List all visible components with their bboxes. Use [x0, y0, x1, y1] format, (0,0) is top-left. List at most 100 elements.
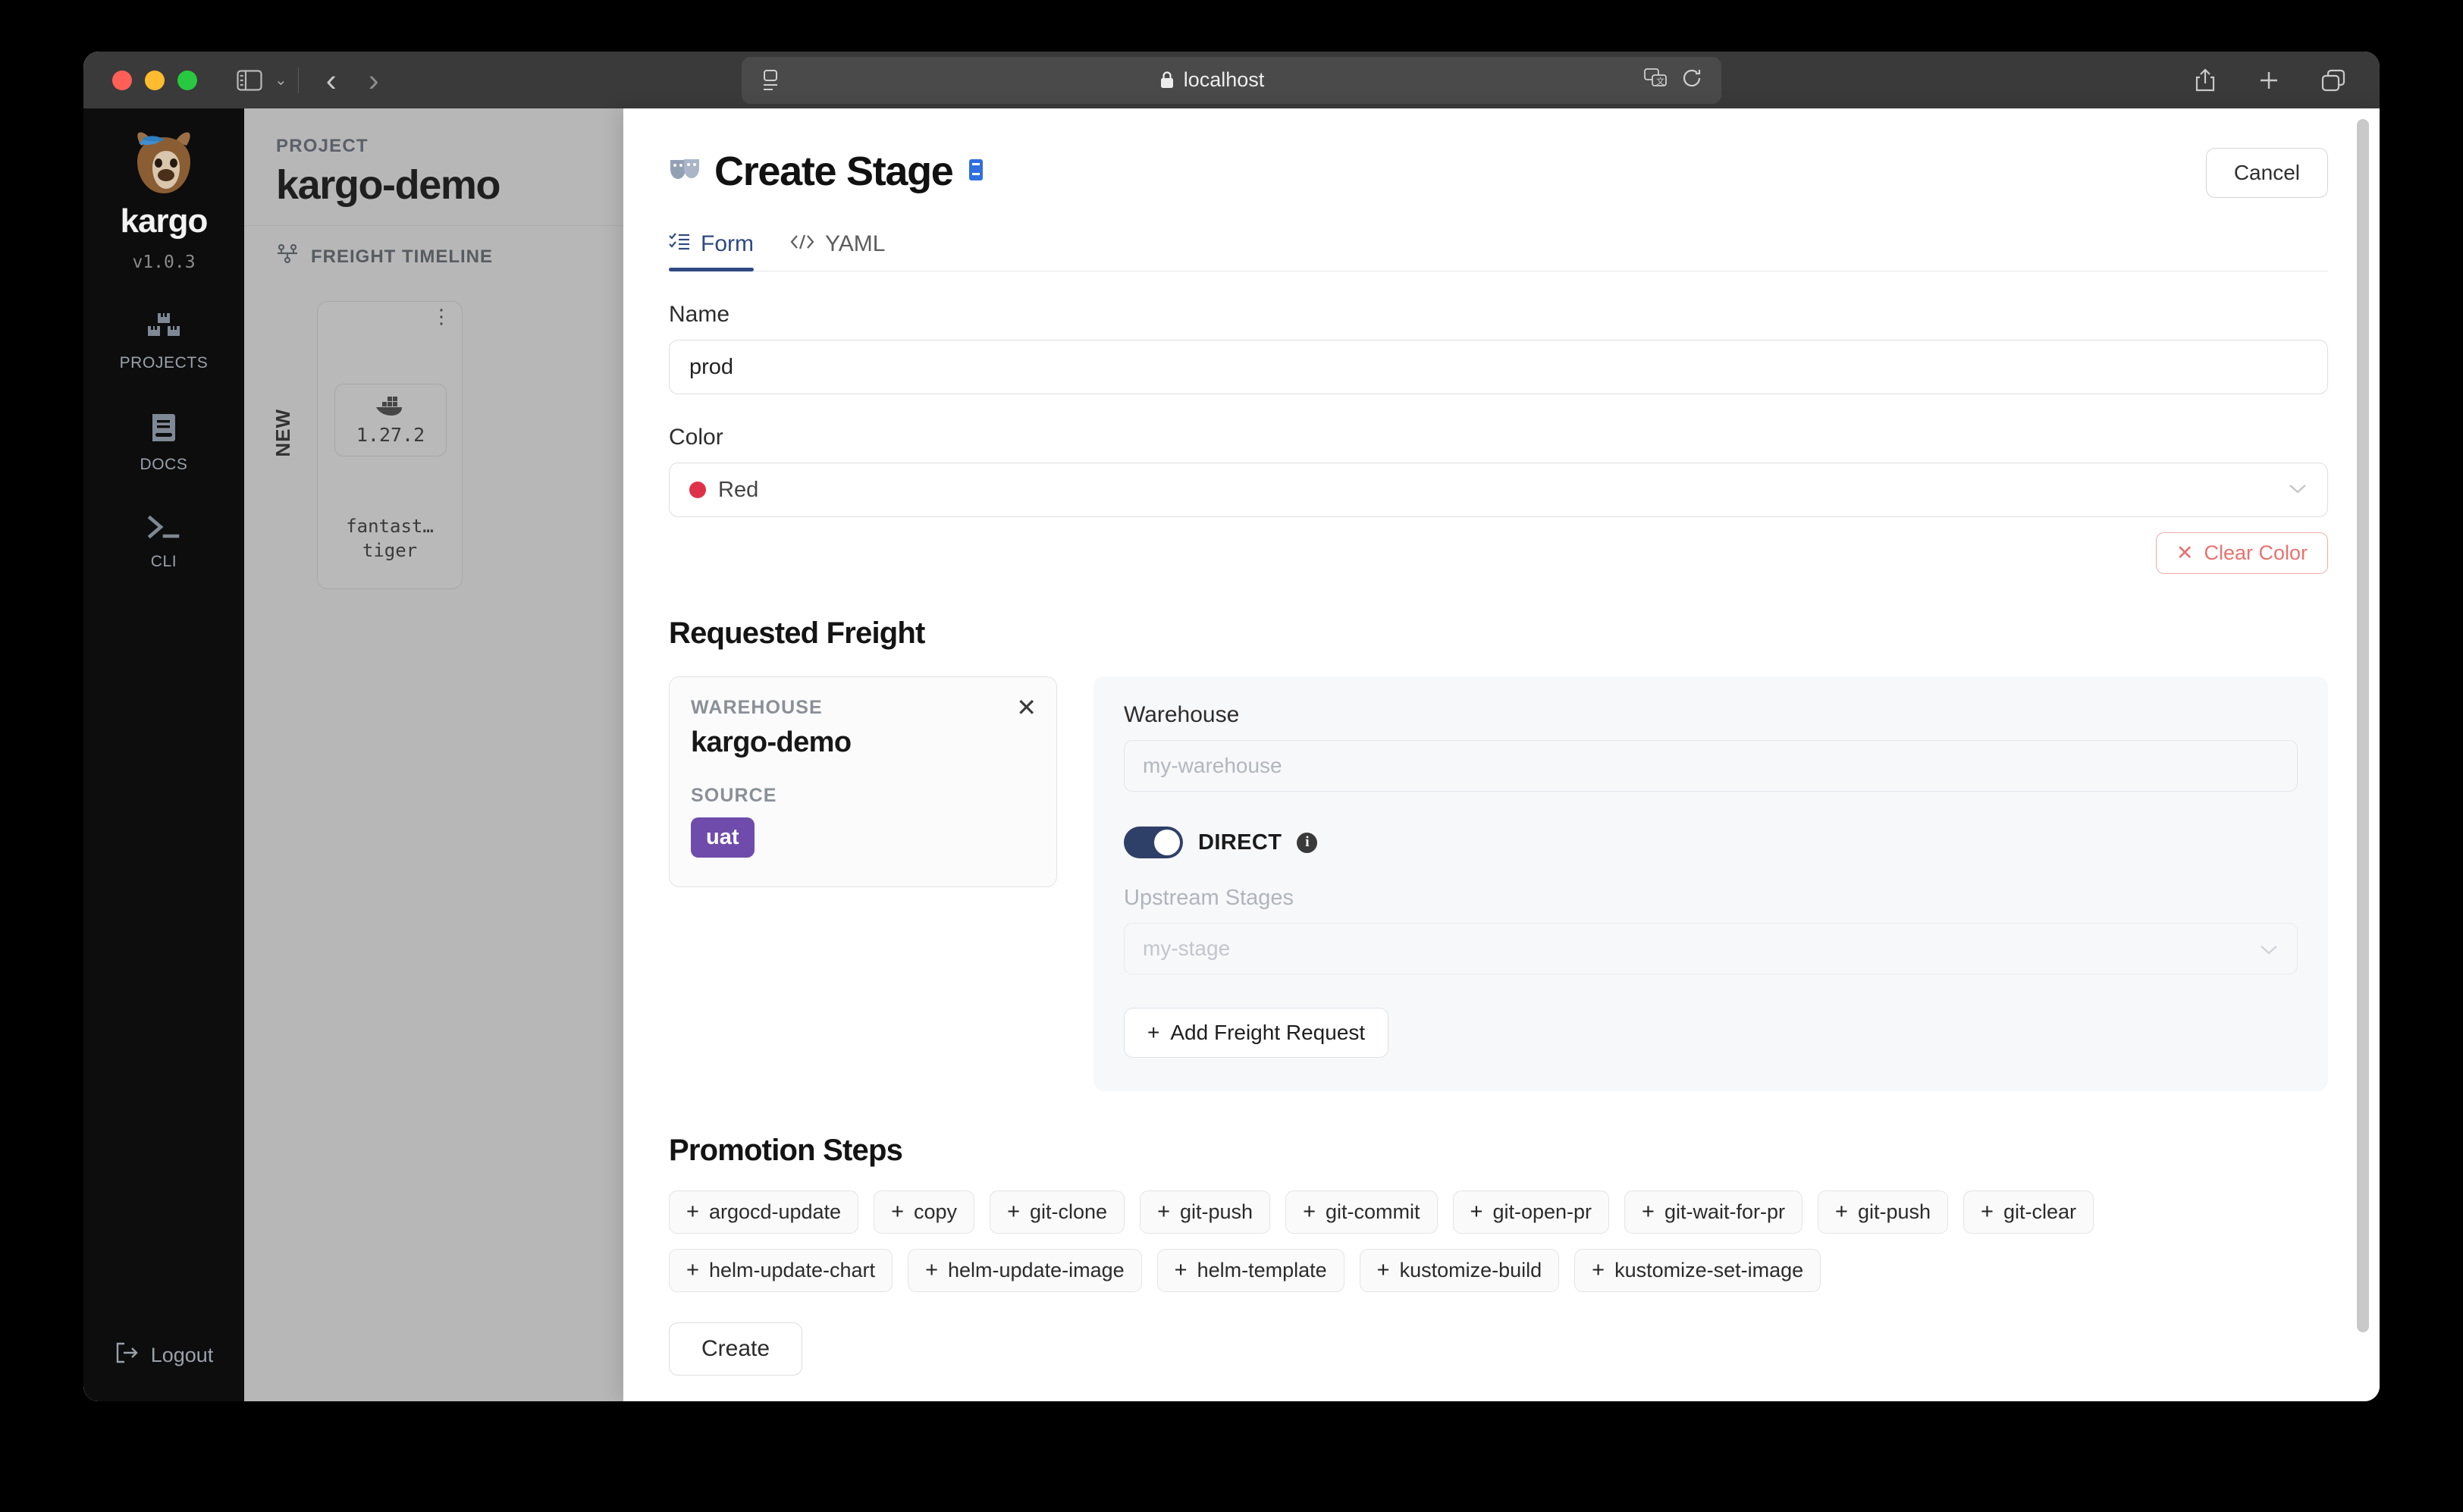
- rail-item-cli[interactable]: CLI: [146, 513, 181, 571]
- rail-item-label: DOCS: [140, 456, 187, 474]
- plus-icon: +: [1157, 1200, 1170, 1225]
- page-title: Create Stage: [714, 148, 953, 195]
- sidebar-toggle-icon[interactable]: [237, 70, 262, 91]
- color-swatch: [689, 482, 706, 498]
- logout-button[interactable]: Logout: [83, 1341, 244, 1369]
- warehouse-kicker: WAREHOUSE: [691, 697, 1035, 719]
- left-rail: kargo v1.0.3 PROJECTS: [83, 108, 244, 1401]
- promotion-step-label: git-commit: [1326, 1200, 1420, 1224]
- warehouse-label: Warehouse: [1124, 702, 2298, 728]
- window-controls[interactable]: [112, 71, 197, 90]
- kargo-logo-icon: [119, 128, 209, 207]
- tab-label: YAML: [825, 231, 885, 257]
- color-label: Color: [669, 425, 2328, 450]
- promotion-step-label: git-open-pr: [1492, 1200, 1592, 1224]
- promotion-step-chip[interactable]: + git-open-pr: [1453, 1190, 1610, 1234]
- promotion-step-chip[interactable]: +kustomize-set-image: [1574, 1249, 1821, 1292]
- boxes-icon: [146, 312, 181, 346]
- create-button[interactable]: Create: [669, 1322, 802, 1376]
- close-window-button[interactable]: [112, 71, 132, 90]
- promotion-step-chip[interactable]: +git-clone: [990, 1190, 1125, 1234]
- forward-button[interactable]: ›: [369, 64, 379, 96]
- promotion-step-chip[interactable]: +copy: [874, 1190, 974, 1234]
- modal-scrim[interactable]: [244, 108, 623, 1401]
- logout-label: Logout: [151, 1344, 214, 1367]
- minimize-window-button[interactable]: [145, 71, 165, 90]
- plus-icon: +: [1835, 1200, 1848, 1225]
- promotion-step-chip[interactable]: + git-commit: [1285, 1190, 1437, 1234]
- tab-label: Form: [701, 231, 754, 257]
- maximize-window-button[interactable]: [177, 71, 197, 90]
- plus-icon: +: [1147, 1021, 1159, 1045]
- plus-icon: +: [1303, 1200, 1316, 1225]
- drawer-header: Create Stage Cancel: [669, 108, 2328, 198]
- drawer-scrollbar[interactable]: [2357, 119, 2369, 1391]
- color-value: Red: [718, 478, 2288, 503]
- promotion-step-label: helm-update-chart: [709, 1259, 875, 1282]
- plus-icon: +: [686, 1258, 699, 1283]
- promotion-step-chip[interactable]: + git-push: [1140, 1190, 1270, 1234]
- chevron-down-icon[interactable]: ⌄: [275, 71, 287, 89]
- plus-icon: +: [686, 1200, 699, 1225]
- warehouse-request-card: ✕ WAREHOUSE kargo-demo SOURCE uat: [669, 676, 1057, 887]
- share-icon[interactable]: [2193, 67, 2217, 93]
- theater-masks-icon: [669, 156, 701, 187]
- plus-icon: +: [925, 1258, 938, 1283]
- app-body: kargo v1.0.3 PROJECTS: [83, 108, 2380, 1401]
- color-select[interactable]: Red: [669, 463, 2328, 517]
- tab-yaml[interactable]: YAML: [790, 231, 885, 271]
- promotion-step-label: git-push: [1180, 1200, 1253, 1224]
- back-button[interactable]: ‹: [326, 64, 337, 96]
- plus-icon: +: [1470, 1200, 1483, 1225]
- tab-overview-icon[interactable]: [2320, 68, 2346, 93]
- tab-form[interactable]: Form: [669, 231, 754, 271]
- promotion-step-chip[interactable]: + git-wait-for-pr: [1624, 1190, 1803, 1234]
- reader-view-icon[interactable]: [761, 69, 780, 92]
- plus-icon: +: [1642, 1200, 1655, 1225]
- direct-toggle-row: DIRECT i: [1124, 827, 2298, 858]
- url-text-container[interactable]: localhost: [780, 68, 1644, 92]
- reload-icon[interactable]: [1682, 67, 1702, 93]
- direct-toggle[interactable]: [1124, 827, 1183, 858]
- plus-icon: +: [1981, 1200, 1994, 1225]
- rail-item-projects[interactable]: PROJECTS: [120, 312, 209, 372]
- cancel-button[interactable]: Cancel: [2206, 148, 2328, 198]
- promotion-step-chip[interactable]: + argocd-update: [669, 1190, 858, 1234]
- drawer-tabs: Form YAML: [669, 231, 2328, 271]
- name-input[interactable]: [669, 340, 2328, 394]
- promotion-step-chip[interactable]: +helm-update-image: [908, 1249, 1142, 1292]
- promotion-step-label: git-wait-for-pr: [1664, 1200, 1785, 1224]
- info-icon[interactable]: i: [1297, 833, 1317, 853]
- promotion-step-label: kustomize-build: [1400, 1259, 1542, 1282]
- address-bar[interactable]: localhost 文: [742, 57, 1721, 104]
- promotion-step-chip[interactable]: +git-push: [1818, 1190, 1948, 1234]
- new-tab-button[interactable]: [2257, 68, 2281, 93]
- promotion-steps-title: Promotion Steps: [669, 1134, 2328, 1168]
- promotion-step-label: argocd-update: [709, 1200, 841, 1224]
- docs-book-icon[interactable]: [967, 158, 985, 186]
- promotion-step-label: kustomize-set-image: [1614, 1259, 1803, 1282]
- clear-color-button[interactable]: ✕ Clear Color: [2156, 532, 2328, 574]
- form-list-icon: [669, 231, 690, 257]
- add-freight-request-button[interactable]: + Add Freight Request: [1124, 1008, 1388, 1058]
- promotion-step-label: git-clear: [2003, 1200, 2076, 1224]
- rail-item-label: PROJECTS: [120, 354, 209, 372]
- remove-freight-request-button[interactable]: ✕: [1016, 695, 1037, 720]
- close-x-icon: ✕: [2176, 541, 2194, 565]
- url-text: localhost: [1184, 68, 1265, 92]
- promotion-step-chip[interactable]: +kustomize-build: [1360, 1249, 1560, 1292]
- version-label: v1.0.3: [132, 253, 195, 272]
- name-label: Name: [669, 302, 2328, 328]
- promotion-step-chip[interactable]: +helm-template: [1157, 1249, 1344, 1292]
- clear-color-label: Clear Color: [2204, 541, 2308, 565]
- translate-icon[interactable]: 文: [1644, 68, 1667, 92]
- rail-item-label: CLI: [151, 553, 177, 571]
- requested-freight-title: Requested Freight: [669, 616, 2328, 651]
- requested-freight-area: ✕ WAREHOUSE kargo-demo SOURCE uat Wareho…: [669, 676, 2328, 1091]
- promotion-step-chip[interactable]: + helm-update-chart: [669, 1249, 893, 1292]
- rail-item-docs[interactable]: DOCS: [140, 412, 187, 474]
- warehouse-input[interactable]: [1124, 740, 2298, 792]
- promotion-step-label: helm-template: [1197, 1259, 1327, 1282]
- promotion-step-chip[interactable]: + git-clear: [1963, 1190, 2094, 1234]
- source-badge: uat: [691, 817, 755, 858]
